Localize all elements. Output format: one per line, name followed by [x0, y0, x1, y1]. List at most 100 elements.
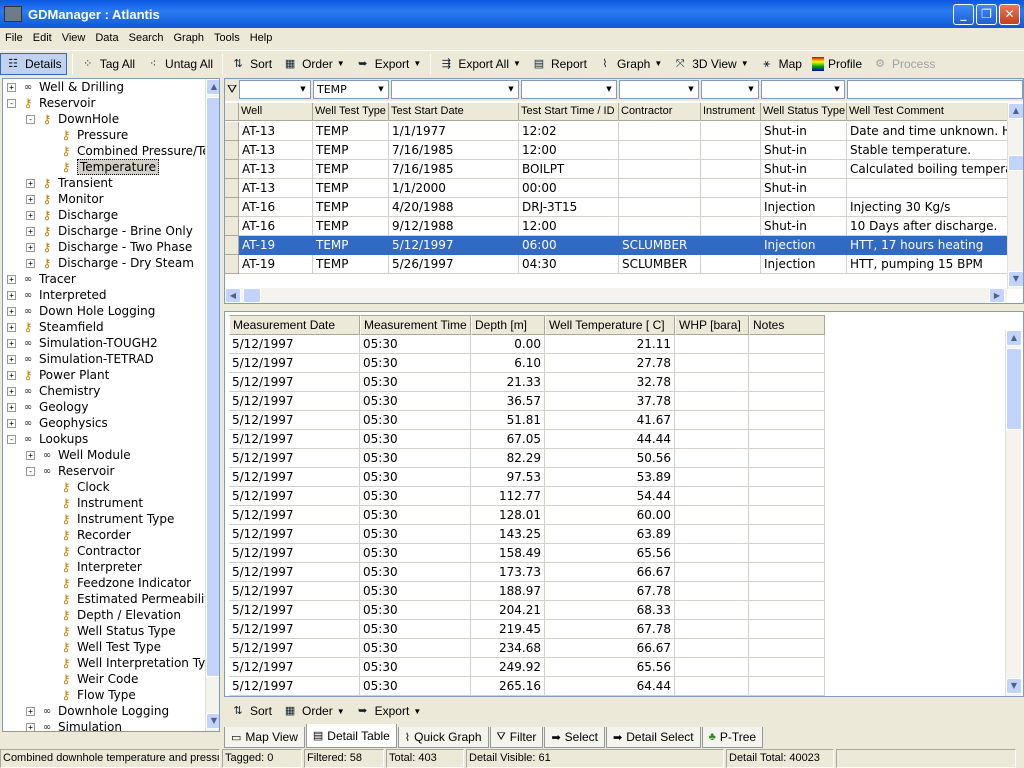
- map-button[interactable]: ⚹ Map: [755, 53, 806, 75]
- table-cell[interactable]: 143.25: [471, 525, 545, 544]
- table-cell[interactable]: 5/12/1997: [229, 506, 360, 525]
- table-cell[interactable]: [749, 658, 825, 677]
- scroll-down-arrow[interactable]: ▼: [1006, 678, 1022, 694]
- report-button[interactable]: ▤ Report: [527, 53, 591, 75]
- row-indicator[interactable]: [225, 217, 239, 236]
- tag-all-button[interactable]: ⁘ Tag All: [76, 53, 139, 75]
- expand-icon[interactable]: +: [26, 450, 35, 460]
- table-row[interactable]: AT-16 TEMP 9/12/1988 12:00 Shut-in 10 Days af…: [225, 217, 1017, 236]
- table-cell[interactable]: 234.68: [471, 639, 545, 658]
- filter-well[interactable]: ▼: [239, 80, 311, 99]
- sort-button[interactable]: ⇅ Sort: [226, 53, 276, 75]
- tree-node[interactable]: ⚷ Contractor: [45, 543, 141, 559]
- menu-data[interactable]: Data: [90, 32, 123, 44]
- table-cell[interactable]: 66.67: [545, 563, 675, 582]
- table-cell[interactable]: 32.78: [545, 373, 675, 392]
- tree-node[interactable]: ⚷ Depth / Elevation: [45, 607, 181, 623]
- tab-detail-select[interactable]: ➡ Detail Select: [606, 727, 701, 748]
- expand-icon[interactable]: +: [26, 178, 35, 188]
- expand-icon[interactable]: +: [7, 354, 16, 364]
- row-indicator[interactable]: [225, 179, 239, 198]
- table-cell[interactable]: Injecting 30 Kg/s: [847, 198, 1017, 217]
- table-cell[interactable]: 5/12/1997: [229, 373, 360, 392]
- collapse-icon[interactable]: -: [7, 98, 16, 108]
- tree-node[interactable]: + ∞ Interpreted: [7, 287, 107, 303]
- expand-icon[interactable]: +: [7, 338, 16, 348]
- order-button[interactable]: ▦ Order ▼: [278, 53, 349, 75]
- table-cell[interactable]: 5/12/1997: [229, 449, 360, 468]
- table-cell[interactable]: 05:30: [360, 658, 471, 677]
- table-cell[interactable]: [619, 217, 701, 236]
- table-cell[interactable]: 97.53: [471, 468, 545, 487]
- table-cell[interactable]: 5/12/1997: [229, 601, 360, 620]
- expand-icon[interactable]: +: [7, 370, 16, 380]
- scroll-down-arrow[interactable]: ▼: [1008, 271, 1023, 287]
- tree-node[interactable]: + ⚷ Discharge - Dry Steam: [26, 255, 194, 271]
- table-cell[interactable]: 05:30: [360, 392, 471, 411]
- detail-order-button[interactable]: ▦ Order ▼: [278, 700, 349, 722]
- table-cell[interactable]: [701, 255, 761, 274]
- scroll-down-arrow[interactable]: ▼: [206, 713, 219, 729]
- table-cell[interactable]: 12:00: [519, 141, 619, 160]
- tree-node[interactable]: + ∞ Geophysics: [7, 415, 108, 431]
- table-cell[interactable]: 67.78: [545, 620, 675, 639]
- menu-file[interactable]: File: [0, 32, 28, 44]
- tree-node[interactable]: + ∞ Well & Drilling: [7, 79, 124, 95]
- column-header[interactable]: Notes: [749, 315, 825, 335]
- table-cell[interactable]: [749, 392, 825, 411]
- process-button[interactable]: ⚙ Process: [868, 53, 939, 75]
- row-indicator[interactable]: [225, 160, 239, 179]
- table-cell[interactable]: [749, 430, 825, 449]
- tree-node[interactable]: + ⚷ Transient: [26, 175, 113, 191]
- table-cell[interactable]: SCLUMBER: [619, 255, 701, 274]
- table-cell[interactable]: 04:30: [519, 255, 619, 274]
- scroll-up-arrow[interactable]: ▲: [1008, 103, 1023, 119]
- table-cell[interactable]: [675, 601, 749, 620]
- well-grid-hscrollbar[interactable]: ◀ ▶: [225, 288, 1007, 303]
- table-cell[interactable]: 63.89: [545, 525, 675, 544]
- table-cell[interactable]: 05:30: [360, 449, 471, 468]
- expand-icon[interactable]: +: [26, 258, 35, 268]
- table-cell[interactable]: Date and time unknown. He: [847, 122, 1017, 141]
- tree-node[interactable]: + ∞ Geology: [7, 399, 88, 415]
- expand-icon[interactable]: +: [26, 242, 35, 252]
- profile-button[interactable]: Profile: [808, 53, 866, 75]
- tree-node[interactable]: - ⚷ Reservoir: [7, 95, 95, 111]
- filter-start-time[interactable]: ▼: [521, 80, 617, 99]
- table-cell[interactable]: 12:02: [519, 122, 619, 141]
- table-cell[interactable]: [701, 217, 761, 236]
- table-cell[interactable]: 1/1/1977: [389, 122, 519, 141]
- table-cell[interactable]: 21.33: [471, 373, 545, 392]
- table-cell[interactable]: [675, 335, 749, 354]
- row-indicator[interactable]: [225, 198, 239, 217]
- table-cell[interactable]: 36.57: [471, 392, 545, 411]
- table-cell[interactable]: 05:30: [360, 373, 471, 392]
- tab-quick-graph[interactable]: ⌇ Quick Graph: [397, 727, 489, 748]
- restore-button[interactable]: ❐: [976, 3, 997, 25]
- tree-node[interactable]: + ⚷ Discharge - Brine Only: [26, 223, 193, 239]
- expand-icon[interactable]: +: [7, 322, 16, 332]
- scroll-thumb[interactable]: [1008, 155, 1023, 171]
- table-cell[interactable]: Shut-in: [761, 141, 847, 160]
- scroll-left-arrow[interactable]: ◀: [225, 288, 241, 303]
- table-cell[interactable]: 05:30: [360, 677, 471, 696]
- tree-node[interactable]: ⚷ Well Test Type: [45, 639, 161, 655]
- table-cell[interactable]: 188.97: [471, 582, 545, 601]
- row-indicator[interactable]: [225, 122, 239, 141]
- tree-node[interactable]: ⚷ Interpreter: [45, 559, 142, 575]
- table-cell[interactable]: 5/12/1997: [229, 525, 360, 544]
- table-cell[interactable]: [749, 601, 825, 620]
- tree-node[interactable]: ⚷ Estimated Permeability: [45, 591, 205, 607]
- table-cell[interactable]: [701, 179, 761, 198]
- table-cell[interactable]: 5/12/1997: [229, 468, 360, 487]
- table-cell[interactable]: 5/12/1997: [229, 411, 360, 430]
- table-row[interactable]: AT-16 TEMP 4/20/1988 DRJ-3T15 Injection Injec…: [225, 198, 1017, 217]
- table-cell[interactable]: 05:30: [360, 639, 471, 658]
- table-cell[interactable]: 5/12/1997: [229, 677, 360, 696]
- menu-tools[interactable]: Tools: [209, 32, 245, 44]
- table-cell[interactable]: 7/16/1985: [389, 160, 519, 179]
- expand-icon[interactable]: +: [7, 306, 16, 316]
- table-cell[interactable]: 173.73: [471, 563, 545, 582]
- table-cell[interactable]: 5/12/1997: [229, 354, 360, 373]
- table-cell[interactable]: [749, 620, 825, 639]
